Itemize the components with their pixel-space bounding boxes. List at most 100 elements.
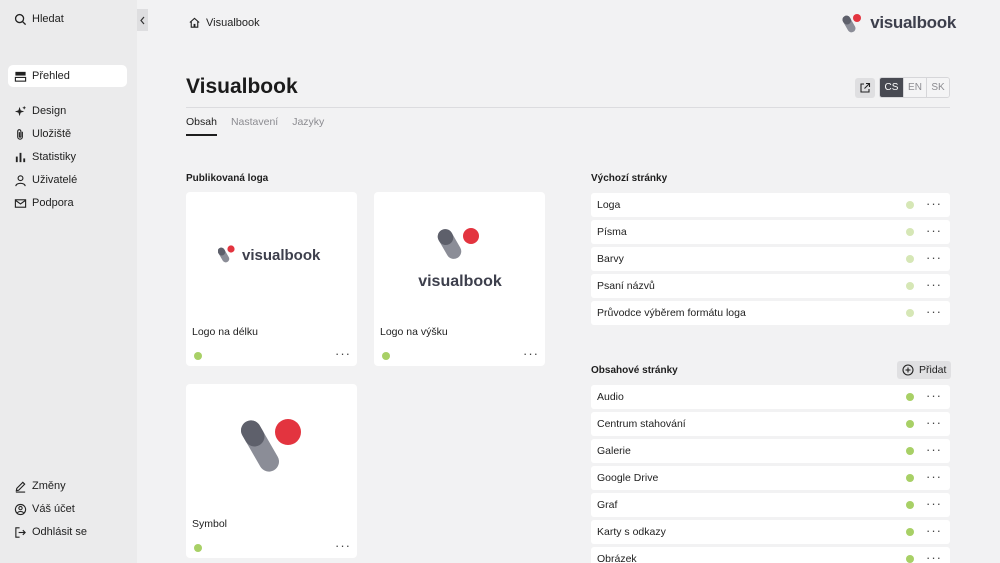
card-label: Symbol	[192, 518, 228, 530]
visualbook-logo-icon	[842, 14, 862, 33]
list-item[interactable]: Centrum stahování ···	[591, 412, 950, 436]
more-options-button[interactable]: ···	[926, 469, 942, 484]
default-pages-title: Výchozí stránky	[591, 173, 668, 184]
more-options-button[interactable]: ···	[926, 304, 942, 319]
sidebar-item-label: Váš účet	[32, 503, 75, 515]
logo-card-vertical[interactable]: visualbook Logo na výšku ···	[374, 192, 545, 366]
list-item[interactable]: Graf ···	[591, 493, 950, 517]
visualbook-horizontal-logo: visualbook	[218, 245, 321, 264]
status-dot	[906, 228, 914, 236]
list-item[interactable]: Barvy ···	[591, 247, 950, 271]
status-dot	[194, 352, 202, 360]
list-item[interactable]: Audio ···	[591, 385, 950, 409]
visualbook-symbol-logo	[241, 419, 301, 472]
more-options-button[interactable]: ···	[926, 277, 942, 292]
tab-content[interactable]: Obsah	[186, 116, 217, 136]
status-dot	[906, 501, 914, 509]
brand-logo: visualbook	[842, 12, 956, 34]
sidebar-item-statistics[interactable]: Statistiky	[8, 146, 127, 168]
home-icon	[189, 17, 200, 28]
sidebar-item-label: Uživatelé	[32, 174, 78, 186]
external-link-icon	[860, 82, 871, 93]
logo-card-symbol[interactable]: Symbol ···	[186, 384, 357, 558]
list-item-label: Písma	[597, 226, 627, 238]
list-item-label: Centrum stahování	[597, 418, 686, 430]
card-label: Logo na výšku	[380, 326, 448, 338]
status-dot	[906, 201, 914, 209]
page-tabs: Obsah Nastavení Jazyky	[186, 116, 324, 136]
more-options-button[interactable]: ···	[926, 496, 942, 511]
sidebar-item-search[interactable]: Hledat	[8, 8, 127, 30]
user-icon	[15, 174, 26, 186]
lang-sk[interactable]: SK	[926, 78, 949, 97]
more-options-button[interactable]: ···	[523, 346, 539, 361]
status-dot	[906, 420, 914, 428]
sidebar-item-label: Statistiky	[32, 151, 77, 163]
sidebar-item-account[interactable]: Váš účet	[8, 498, 127, 520]
more-options-button[interactable]: ···	[926, 523, 942, 538]
breadcrumb[interactable]: Visualbook	[188, 16, 260, 29]
more-options-button[interactable]: ···	[926, 223, 942, 238]
layout-icon	[14, 71, 27, 82]
list-item[interactable]: Písma ···	[591, 220, 950, 244]
chevron-left-icon	[140, 16, 145, 24]
logout-icon	[15, 526, 26, 538]
tab-settings[interactable]: Nastavení	[231, 116, 278, 136]
list-item-label: Graf	[597, 499, 618, 511]
more-options-button[interactable]: ···	[926, 415, 942, 430]
logo-card-horizontal[interactable]: visualbook Logo na délku ···	[186, 192, 357, 366]
list-item[interactable]: Google Drive ···	[591, 466, 950, 490]
open-external-button[interactable]	[855, 77, 875, 98]
logo-wordmark: visualbook	[418, 273, 502, 290]
plus-circle-icon	[902, 364, 914, 376]
list-item[interactable]: Galerie ···	[591, 439, 950, 463]
sparkle-icon	[14, 105, 27, 116]
bar-chart-icon	[15, 152, 26, 162]
status-dot	[906, 255, 914, 263]
list-item-label: Obrázek	[597, 553, 637, 563]
list-item-label: Průvodce výběrem formátu loga	[597, 307, 746, 319]
published-logos-title: Publikovaná loga	[186, 173, 269, 184]
search-icon	[14, 13, 27, 25]
collapse-sidebar-button[interactable]	[137, 9, 148, 31]
card-label: Logo na délku	[192, 326, 258, 338]
pen-icon	[15, 481, 26, 493]
add-page-button[interactable]: Přidat	[897, 361, 952, 379]
sidebar-item-logout[interactable]: Odhlásit se	[8, 521, 127, 543]
list-item-label: Barvy	[597, 253, 624, 265]
account-icon	[14, 503, 27, 515]
sidebar-item-overview[interactable]: Přehled	[8, 65, 127, 87]
content-pages-title: Obsahové stránky	[591, 365, 678, 376]
list-item[interactable]: Průvodce výběrem formátu loga ···	[591, 301, 950, 325]
list-item-label: Loga	[597, 199, 621, 211]
sidebar-item-users[interactable]: Uživatelé	[8, 169, 127, 191]
tab-languages[interactable]: Jazyky	[292, 116, 324, 136]
sidebar-item-storage[interactable]: Uložiště	[8, 123, 127, 145]
sidebar-item-label: Design	[32, 105, 67, 117]
sidebar: Hledat Přehled Design Uložiště Statistik…	[0, 0, 137, 563]
sidebar-item-design[interactable]: Design	[8, 100, 127, 122]
more-options-button[interactable]: ···	[926, 388, 942, 403]
lang-en[interactable]: EN	[903, 78, 926, 97]
more-options-button[interactable]: ···	[926, 442, 942, 457]
list-item[interactable]: Karty s odkazy ···	[591, 520, 950, 544]
status-dot	[382, 352, 390, 360]
list-item[interactable]: Psaní názvů ···	[591, 274, 950, 298]
sidebar-item-label: Podpora	[32, 197, 74, 209]
list-item-label: Karty s odkazy	[597, 526, 666, 538]
sidebar-item-changes[interactable]: Změny	[8, 475, 127, 497]
sidebar-item-label: Odhlásit se	[32, 526, 88, 538]
status-dot	[906, 555, 914, 563]
more-options-button[interactable]: ···	[335, 538, 351, 553]
list-item[interactable]: Obrázek ···	[591, 547, 950, 563]
list-item[interactable]: Loga ···	[591, 193, 950, 217]
mail-icon	[14, 198, 27, 208]
visualbook-vertical-logo: visualbook	[418, 228, 502, 290]
more-options-button[interactable]: ···	[926, 250, 942, 265]
sidebar-item-support[interactable]: Podpora	[8, 192, 127, 214]
more-options-button[interactable]: ···	[926, 550, 942, 563]
more-options-button[interactable]: ···	[926, 196, 942, 211]
lang-cs[interactable]: CS	[880, 78, 903, 97]
more-options-button[interactable]: ···	[335, 346, 351, 361]
status-dot	[906, 447, 914, 455]
